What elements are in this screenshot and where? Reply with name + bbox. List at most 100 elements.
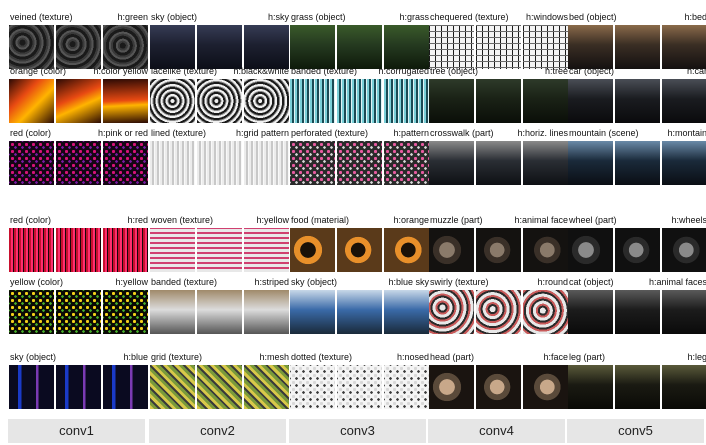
- human-label: h:windows: [525, 12, 568, 22]
- activation-thumbnail: [150, 290, 195, 334]
- activation-thumbnail: [384, 228, 429, 272]
- concept-label: banded (texture): [291, 66, 358, 76]
- human-label: h:blue sky: [388, 277, 429, 287]
- unit-cell: dotted (texture) h:nosed: [290, 351, 430, 409]
- human-label: h:blue: [123, 352, 148, 362]
- activation-thumbnails: [150, 290, 290, 334]
- unit-cell: head (part) h:face: [429, 351, 569, 409]
- activation-thumbnail: [103, 228, 148, 272]
- activation-thumbnail: [429, 228, 474, 272]
- activation-thumbnail: [244, 79, 289, 123]
- unit-cell: mountain (scene) h:montain: [568, 127, 706, 185]
- activation-thumbnail: [384, 25, 429, 69]
- activation-thumbnail: [9, 290, 54, 334]
- activation-thumbnail: [290, 25, 335, 69]
- activation-thumbnails: [150, 365, 290, 409]
- human-label: h:car: [686, 66, 706, 76]
- unit-label-row: mountain (scene) h:montain: [568, 127, 706, 139]
- activation-thumbnail: [523, 365, 568, 409]
- concept-label: car (object): [569, 66, 615, 76]
- unit-label-row: bed (object) h:bed: [568, 11, 706, 23]
- activation-thumbnail: [662, 228, 706, 272]
- activation-thumbnail: [103, 25, 148, 69]
- unit-cell: sky (object) h:blue: [9, 351, 149, 409]
- activation-thumbnails: [568, 25, 706, 69]
- activation-thumbnails: [150, 25, 290, 69]
- activation-thumbnail: [56, 365, 101, 409]
- activation-thumbnails: [429, 141, 569, 185]
- human-label: h:round: [537, 277, 568, 287]
- layer-label: conv5: [567, 419, 704, 443]
- human-label: h:yellow: [115, 277, 148, 287]
- activation-thumbnails: [150, 228, 290, 272]
- concept-label: perforated (texture): [291, 128, 369, 138]
- activation-thumbnail: [523, 141, 568, 185]
- activation-thumbnail: [244, 290, 289, 334]
- unit-label-row: woven (texture) h:yellow: [150, 214, 290, 226]
- unit-label-row: wheel (part) h:wheels: [568, 214, 706, 226]
- human-label: h:animal faces: [648, 277, 706, 287]
- activation-thumbnail: [523, 290, 568, 334]
- concept-label: mountain (scene): [569, 128, 639, 138]
- activation-thumbnails: [290, 228, 430, 272]
- activation-thumbnail: [244, 25, 289, 69]
- activation-thumbnail: [244, 365, 289, 409]
- unit-label-row: perforated (texture) h:pattern: [290, 127, 430, 139]
- unit-cell: tree (object) h:tree: [429, 65, 569, 123]
- activation-thumbnail: [384, 79, 429, 123]
- activation-thumbnail: [429, 25, 474, 69]
- human-label: h:color yellow: [93, 66, 148, 76]
- human-label: h:red: [127, 215, 148, 225]
- activation-thumbnail: [103, 290, 148, 334]
- unit-cell: grid (texture) h:mesh: [150, 351, 290, 409]
- activation-thumbnail: [523, 25, 568, 69]
- activation-thumbnails: [568, 365, 706, 409]
- activation-thumbnails: [290, 79, 430, 123]
- unit-cell: lined (texture) h:grid pattern: [150, 127, 290, 185]
- activation-thumbnail: [337, 365, 382, 409]
- activation-thumbnail: [384, 141, 429, 185]
- activation-thumbnail: [662, 365, 706, 409]
- concept-label: orange (color): [10, 66, 67, 76]
- concept-label: grid (texture): [151, 352, 203, 362]
- human-label: h:orange: [393, 215, 429, 225]
- activation-thumbnail: [9, 79, 54, 123]
- layer-label: conv3: [289, 419, 426, 443]
- activation-thumbnail: [290, 365, 335, 409]
- unit-label-row: cat (object) h:animal faces: [568, 276, 706, 288]
- human-label: h:sky: [267, 12, 289, 22]
- activation-thumbnail: [197, 141, 242, 185]
- activation-thumbnails: [9, 141, 149, 185]
- activation-thumbnail: [337, 25, 382, 69]
- activation-thumbnail: [337, 141, 382, 185]
- concept-label: tree (object): [430, 66, 479, 76]
- activation-thumbnail: [244, 228, 289, 272]
- concept-label: sky (object): [10, 352, 57, 362]
- concept-label: chequered (texture): [430, 12, 509, 22]
- unit-label-row: banded (texture) h:corrugated: [290, 65, 430, 77]
- human-label: h:bed: [684, 12, 706, 22]
- unit-cell: leg (part) h:leg: [568, 351, 706, 409]
- activation-thumbnails: [429, 290, 569, 334]
- unit-cell: yellow (color) h:yellow: [9, 276, 149, 334]
- concept-label: food (material): [291, 215, 350, 225]
- activation-thumbnail: [568, 79, 613, 123]
- unit-label-row: head (part) h:face: [429, 351, 569, 363]
- unit-cell: banded (texture) h:corrugated: [290, 65, 430, 123]
- activation-thumbnails: [150, 141, 290, 185]
- activation-thumbnail: [197, 25, 242, 69]
- visualization-grid: veined (texture) h:green orange (color) h:c…: [0, 0, 706, 445]
- activation-thumbnail: [476, 365, 521, 409]
- unit-label-row: food (material) h:orange: [290, 214, 430, 226]
- activation-thumbnails: [429, 79, 569, 123]
- human-label: h:yellow: [256, 215, 289, 225]
- activation-thumbnails: [290, 290, 430, 334]
- activation-thumbnail: [337, 228, 382, 272]
- unit-cell: sky (object) h:blue sky: [290, 276, 430, 334]
- activation-thumbnail: [476, 25, 521, 69]
- concept-label: grass (object): [291, 12, 346, 22]
- human-label: h:montain: [667, 128, 706, 138]
- human-label: h:mesh: [259, 352, 289, 362]
- activation-thumbnail: [197, 290, 242, 334]
- unit-label-row: sky (object) h:blue: [9, 351, 149, 363]
